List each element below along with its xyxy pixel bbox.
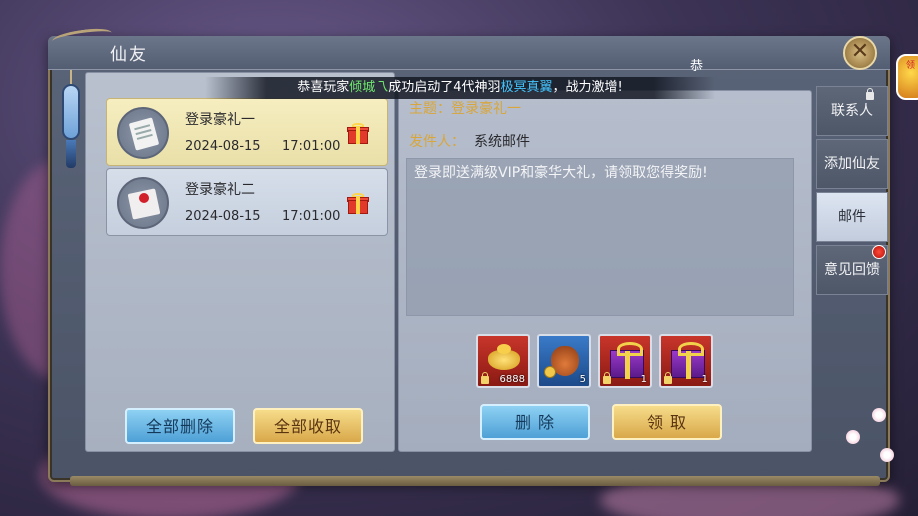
envelope-icon <box>117 177 169 229</box>
sender-label: 发件人： <box>409 134 465 150</box>
reward-count: 1 <box>640 374 647 385</box>
reward-slot[interactable]: 1 <box>659 334 713 388</box>
bound-lock-icon <box>481 372 489 384</box>
reward-slot[interactable]: 5 <box>537 334 591 388</box>
page-title: 仙友 <box>110 45 148 65</box>
gold-ingot-icon <box>488 344 520 370</box>
mail-title: 登录豪礼二 <box>185 182 255 198</box>
event-badge[interactable]: 领 <box>896 54 918 100</box>
reward-count: 5 <box>579 374 586 385</box>
event-badge-label: 领 <box>906 61 916 71</box>
coin-icon <box>544 366 556 378</box>
mail-subject: 主题：登录豪礼一 <box>409 101 521 117</box>
collect-all-button[interactable]: 全部收取 <box>253 408 363 444</box>
tab-mail[interactable]: 邮件 <box>816 192 888 242</box>
reward-count: 1 <box>701 374 708 385</box>
titlebar-text-fragment: 恭 <box>690 59 704 74</box>
panel-titlebar <box>48 36 890 70</box>
notification-dot-icon <box>872 245 886 259</box>
mail-date: 2024-08-15 <box>185 139 261 154</box>
tab-add-friend[interactable]: 添加仙友 <box>816 139 888 189</box>
blossom-icon <box>846 430 860 444</box>
delete-all-button[interactable]: 全部删除 <box>125 408 235 444</box>
broadcast-banner: 恭喜玩家倾城乁成功启动了4代神羽极冥真翼，战力激增! <box>205 77 715 99</box>
broadcast-item-name: 极冥真翼 <box>500 80 553 95</box>
purple-gift-box-icon <box>610 342 644 379</box>
blossom-icon <box>872 408 886 422</box>
mail-date: 2024-08-15 <box>185 209 261 224</box>
mail-list-item[interactable]: 登录豪礼二 2024-08-15 17:01:00 <box>106 168 388 236</box>
mail-time: 17:01:00 <box>282 139 341 154</box>
broadcast-suffix: ，战力激增! <box>552 80 623 95</box>
purple-gift-box-icon <box>671 342 705 379</box>
close-button[interactable]: ✕ <box>843 36 877 70</box>
mail-body-text: 登录即送满级VIP和豪华大礼，请领取您得奖励! <box>414 165 708 181</box>
broadcast-prefix: 恭喜玩家 <box>297 80 350 95</box>
collect-button[interactable]: 领 取 <box>612 404 722 440</box>
reward-slot[interactable]: 6888 <box>476 334 530 388</box>
mail-time: 17:01:00 <box>282 209 341 224</box>
lantern-tassel <box>66 140 76 168</box>
bound-lock-icon <box>603 372 611 384</box>
broadcast-middle: 成功启动了4代神羽 <box>388 80 501 95</box>
tab-contacts[interactable]: 联系人 <box>816 86 888 136</box>
mail-list-item[interactable]: 登录豪礼一 2024-08-15 17:01:00 <box>106 98 388 166</box>
panel-bottom-border <box>70 476 880 486</box>
gift-icon <box>347 123 369 145</box>
delete-button[interactable]: 删 除 <box>480 404 590 440</box>
lantern-icon <box>62 84 80 140</box>
mail-title: 登录豪礼一 <box>185 112 255 128</box>
close-icon: ✕ <box>850 39 870 64</box>
gift-icon <box>347 193 369 215</box>
bound-lock-icon <box>664 372 672 384</box>
sender-value: 系统邮件 <box>474 134 530 150</box>
reward-count: 6888 <box>499 374 525 385</box>
broadcast-player-name: 倾城乁 <box>349 80 389 95</box>
letter-icon <box>117 107 169 159</box>
lock-icon <box>866 88 874 100</box>
blossom-icon <box>880 448 894 462</box>
reward-slot[interactable]: 1 <box>598 334 652 388</box>
